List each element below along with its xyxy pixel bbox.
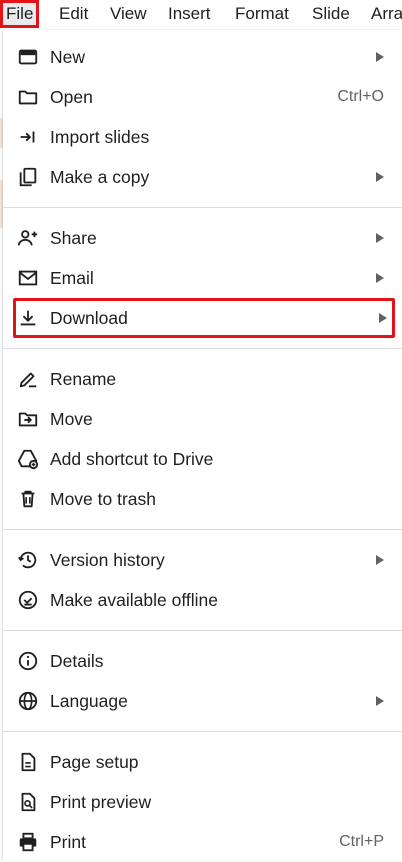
submenu-arrow-icon xyxy=(376,233,384,243)
menu-divider xyxy=(3,207,402,208)
submenu-arrow-icon xyxy=(376,696,384,706)
menu-item-label: Add shortcut to Drive xyxy=(50,449,214,469)
printer-icon xyxy=(17,831,39,853)
menu-item-language[interactable]: Language xyxy=(3,681,402,721)
history-icon xyxy=(17,549,39,571)
copy-icon xyxy=(17,166,39,188)
menu-slide[interactable]: Slide xyxy=(312,3,350,25)
person-add-icon xyxy=(17,227,39,249)
page-icon xyxy=(17,751,39,773)
menu-edit[interactable]: Edit xyxy=(59,3,88,25)
submenu-arrow-icon xyxy=(379,313,387,323)
menu-item-page-setup[interactable]: Page setup xyxy=(3,742,402,782)
menu-item-label: Download xyxy=(50,308,128,328)
drive-shortcut-icon xyxy=(17,448,39,470)
menu-item-add-shortcut[interactable]: Add shortcut to Drive xyxy=(3,439,402,479)
menu-divider xyxy=(3,529,402,530)
menu-item-share[interactable]: Share xyxy=(3,218,402,258)
menu-item-make-offline[interactable]: Make available offline xyxy=(3,580,402,620)
download-icon xyxy=(17,307,39,329)
menu-item-label: Import slides xyxy=(50,127,150,147)
submenu-arrow-icon xyxy=(376,555,384,565)
menu-item-label: Print xyxy=(50,832,86,852)
menu-item-print-preview[interactable]: Print preview xyxy=(3,782,402,822)
menu-item-make-copy[interactable]: Make a copy xyxy=(3,157,402,197)
menu-item-move[interactable]: Move xyxy=(3,399,402,439)
print-preview-icon xyxy=(17,791,39,813)
folder-icon xyxy=(17,86,39,108)
menu-item-rename[interactable]: Rename xyxy=(3,359,402,399)
menu-item-move-to-trash[interactable]: Move to trash xyxy=(3,479,402,519)
menu-item-label: Make available offline xyxy=(50,590,218,610)
menu-item-label: Version history xyxy=(50,550,165,570)
slides-new-icon xyxy=(17,46,39,68)
menu-item-label: Move xyxy=(50,409,93,429)
move-folder-icon xyxy=(17,408,39,430)
shortcut-label: Ctrl+O xyxy=(337,88,384,105)
menu-item-new[interactable]: New xyxy=(3,37,402,77)
menu-item-label: Make a copy xyxy=(50,167,150,187)
menu-file[interactable]: File xyxy=(0,0,40,28)
menu-item-version-history[interactable]: Version history xyxy=(3,540,402,580)
file-menu-dropdown: New Open Ctrl+O Import slides Make a cop… xyxy=(3,30,402,861)
import-icon xyxy=(17,126,39,148)
menu-item-label: Open xyxy=(50,87,93,107)
menubar: File Edit View Insert Format Slide Arra xyxy=(0,0,402,28)
menu-item-label: Page setup xyxy=(50,752,139,772)
menu-divider xyxy=(3,731,402,732)
menu-arrange[interactable]: Arra xyxy=(371,3,402,25)
menu-item-label: New xyxy=(50,47,86,67)
menu-item-import-slides[interactable]: Import slides xyxy=(3,117,402,157)
menu-item-email[interactable]: Email xyxy=(3,258,402,298)
submenu-arrow-icon xyxy=(376,172,384,182)
menu-item-label: Share xyxy=(50,228,97,248)
menu-item-label: Print preview xyxy=(50,792,152,812)
menu-insert[interactable]: Insert xyxy=(168,3,211,25)
menu-item-open[interactable]: Open Ctrl+O xyxy=(3,77,402,117)
offline-check-icon xyxy=(17,589,39,611)
menu-item-download[interactable]: Download xyxy=(13,298,395,338)
menu-item-label: Details xyxy=(50,651,104,671)
menu-format[interactable]: Format xyxy=(235,3,289,25)
menu-item-label: Language xyxy=(50,691,128,711)
trash-icon xyxy=(17,488,39,510)
menu-item-print[interactable]: Print Ctrl+P xyxy=(3,822,402,862)
menu-item-label: Move to trash xyxy=(50,489,157,509)
menu-view[interactable]: View xyxy=(110,3,147,25)
menu-item-label: Rename xyxy=(50,369,117,389)
menu-divider xyxy=(3,630,402,631)
info-icon xyxy=(17,650,39,672)
mail-icon xyxy=(17,267,39,289)
submenu-arrow-icon xyxy=(376,273,384,283)
rename-icon xyxy=(17,368,39,390)
menu-item-label: Email xyxy=(50,268,94,288)
shortcut-label: Ctrl+P xyxy=(339,833,384,850)
submenu-arrow-icon xyxy=(376,52,384,62)
menu-divider xyxy=(3,348,402,349)
menu-item-details[interactable]: Details xyxy=(3,641,402,681)
globe-icon xyxy=(17,690,39,712)
